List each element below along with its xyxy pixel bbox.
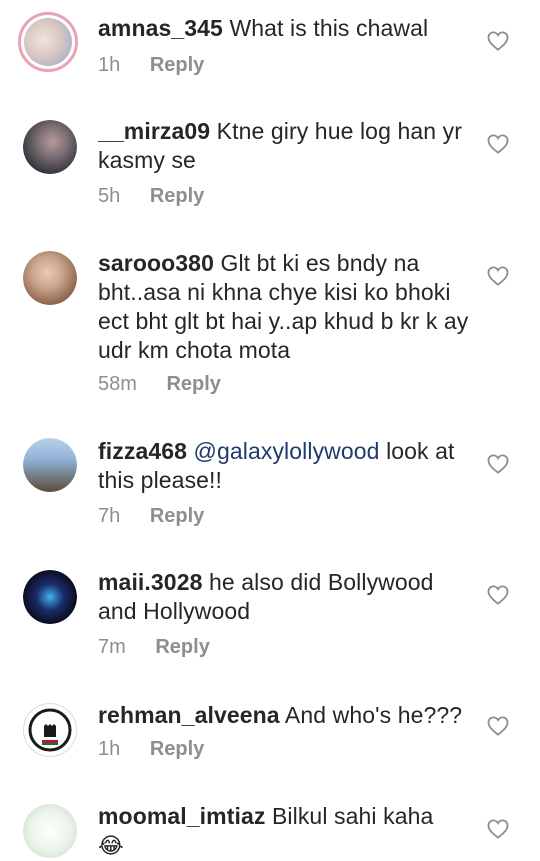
profile-photo-icon [23,804,77,858]
timestamp: 1h [98,738,121,760]
timestamp: 58m [98,373,137,395]
reply-button[interactable]: Reply [150,738,204,761]
comment-text: __mirza09 Ktne giry hue log han yr kasmy… [98,117,474,175]
reply-button[interactable]: Reply [150,54,204,77]
username-link[interactable]: amnas_345 [98,15,223,41]
comment-meta: 1h Reply [98,738,204,761]
comment-text: sarooo380 Glt bt ki es bndy na bht..asa … [98,249,474,365]
avatar[interactable] [23,251,77,305]
comment-text: rehman_alveena And who's he??? [98,701,474,730]
comment-body: What is this chawal [229,15,429,41]
username-link[interactable]: fizza468 [98,438,187,464]
comment-body: Bilkul sahi kaha [271,803,434,829]
heart-icon[interactable] [487,819,509,839]
profile-photo-icon [23,120,77,174]
comment-meta: 7m Reply [98,636,210,659]
reply-button[interactable]: Reply [150,505,204,528]
heart-icon[interactable] [487,454,509,474]
mention-link[interactable]: @galaxylollywood [194,438,380,464]
comment-body: And who's he??? [284,702,463,728]
avatar[interactable] [23,438,77,492]
heart-icon[interactable] [487,716,509,736]
profile-photo-icon [23,251,77,305]
username-link[interactable]: sarooo380 [98,250,214,276]
comment-meta: 1h Reply [98,54,204,77]
laughing-emoji-icon: 😂 [98,834,124,859]
reply-button[interactable]: Reply [155,636,209,659]
comment-text: fizza468 @galaxylollywood look at this p… [98,437,474,495]
comment-text: amnas_345 What is this chawal [98,14,474,43]
comment-text: maii.3028 he also did Bollywood and Holl… [98,568,474,626]
heart-icon[interactable] [487,134,509,154]
username-link[interactable]: __mirza09 [98,118,210,144]
heart-icon[interactable] [487,31,509,51]
comment-meta: 7h Reply [98,505,204,528]
avatar[interactable] [23,703,77,757]
comment-meta: 58m Reply [98,373,221,396]
username-link[interactable]: maii.3028 [98,569,202,595]
heart-icon[interactable] [487,266,509,286]
username-link[interactable]: rehman_alveena [98,702,280,728]
timestamp: 7h [98,505,121,527]
profile-photo-icon [28,708,72,752]
profile-photo-icon [23,570,77,624]
avatar[interactable] [23,120,77,174]
avatar[interactable] [23,804,77,858]
comment-text: moomal_imtiaz Bilkul sahi kaha 😂 [98,802,474,861]
reply-button[interactable]: Reply [150,185,204,208]
heart-icon[interactable] [487,585,509,605]
timestamp: 1h [98,54,121,76]
reply-button[interactable]: Reply [166,373,220,396]
timestamp: 5h [98,185,121,207]
profile-photo-icon [24,18,72,66]
username-link[interactable]: moomal_imtiaz [98,803,265,829]
avatar[interactable] [23,570,77,624]
comment-meta: 5h Reply [98,185,204,208]
avatar[interactable] [18,12,78,72]
profile-photo-icon [23,438,77,492]
timestamp: 7m [98,636,126,658]
